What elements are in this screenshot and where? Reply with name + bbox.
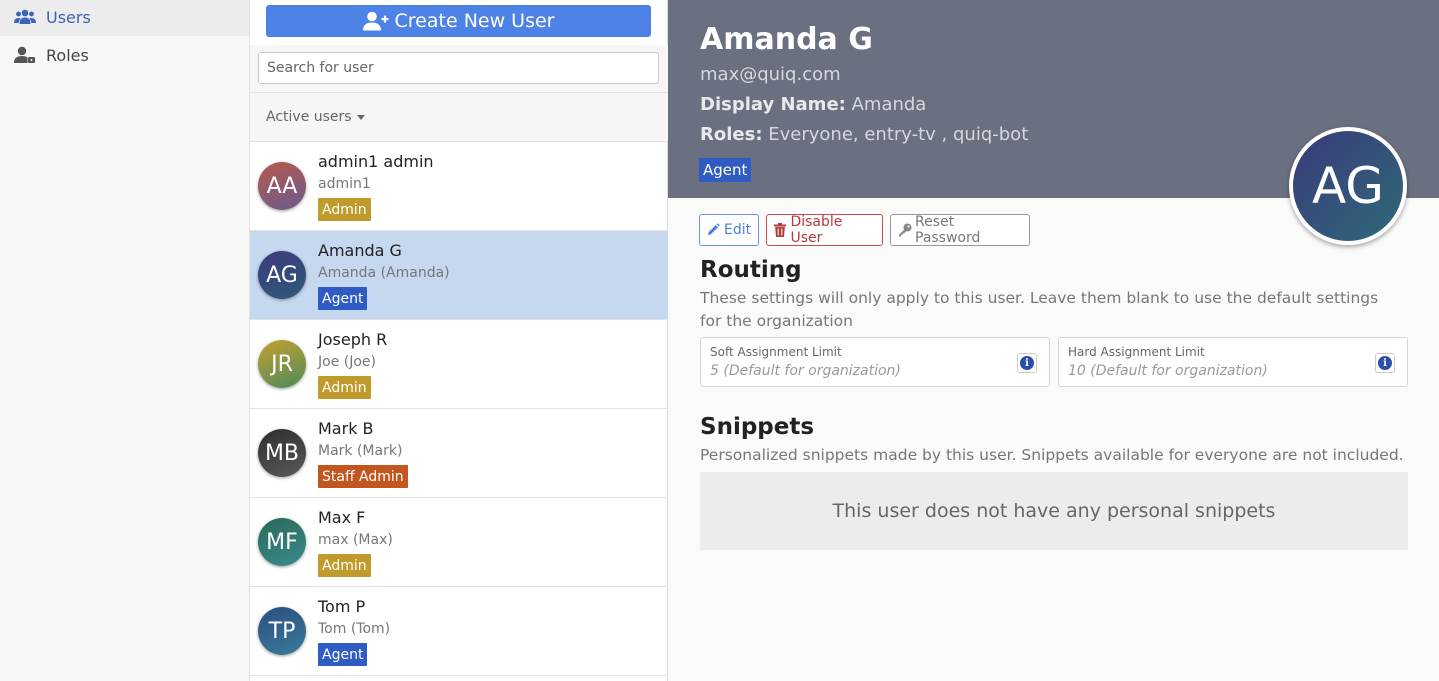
active-users-filter[interactable]: Active users [266,109,365,125]
search-input[interactable] [258,52,659,84]
avatar: MF [258,518,306,566]
edit-button[interactable]: Edit [699,214,759,246]
user-email: max@quiq.com [700,64,841,85]
role-badge: Agent [699,158,752,182]
search-bar [250,45,668,93]
role-badge: Agent [318,643,368,666]
user-rows: AA admin1 admin admin1 Admin AG Amanda G… [250,142,668,676]
field-placeholder: 5 (Default for organization) [710,363,901,379]
user-name: Mark B [318,419,374,438]
user-username: admin1 [318,176,371,192]
user-name: Joseph R [318,330,388,349]
trash-icon [774,223,786,237]
info-icon[interactable]: i [1017,353,1037,373]
role-badge: Admin [318,554,371,577]
user-username: max (Max) [318,532,393,548]
disable-user-button[interactable]: Disable User [766,214,883,246]
user-row[interactable]: JR Joseph R Joe (Joe) Admin [250,320,668,409]
reset-password-button[interactable]: Reset Password [890,214,1030,246]
user-username: Amanda (Amanda) [318,265,450,281]
users-icon [14,8,36,26]
pencil-icon [707,223,720,237]
user-name: admin1 admin [318,152,434,171]
create-user-label: Create New User [394,10,555,32]
user-name: Max F [318,508,366,527]
user-row[interactable]: AA admin1 admin admin1 Admin [250,142,668,231]
routing-description: These settings will only apply to this u… [700,289,1379,330]
snippets-title: Snippets [700,414,815,440]
nav-item-roles[interactable]: Roles [0,36,249,74]
user-detail-panel: Amanda G max@quiq.com Display Name: Aman… [668,0,1439,681]
avatar: AA [258,162,306,210]
user-username: Mark (Mark) [318,443,403,459]
role-badge: Admin [318,376,371,399]
info-icon[interactable]: i [1375,353,1395,373]
hard-assignment-limit-field[interactable]: Hard Assignment Limit 10 (Default for or… [1058,337,1408,387]
role-badge: Staff Admin [318,465,408,488]
avatar: AG [258,251,306,299]
user-name: Tom P [318,597,366,616]
avatar: TP [258,607,306,655]
user-username: Tom (Tom) [318,621,391,637]
user-avatar-large: AG [1289,127,1407,245]
user-roles-icon [14,46,36,64]
left-nav: Users Roles [0,0,250,681]
user-row[interactable]: MB Mark B Mark (Mark) Staff Admin [250,409,668,498]
key-icon [898,223,912,237]
routing-title: Routing [700,257,802,283]
field-label: Soft Assignment Limit [710,345,842,359]
nav-item-label: Users [46,7,91,27]
field-placeholder: 10 (Default for organization) [1068,363,1268,379]
filter-bar: Active users [250,93,668,142]
soft-assignment-limit-field[interactable]: Soft Assignment Limit 5 (Default for org… [700,337,1050,387]
nav-item-label: Roles [46,45,89,65]
role-badge: Agent [318,287,368,310]
avatar: MB [258,429,306,477]
user-username: Joe (Joe) [318,354,376,370]
snippets-empty-state: This user does not have any personal sni… [700,472,1408,550]
create-user-button[interactable]: Create New User [266,5,651,37]
avatar: JR [258,340,306,388]
user-name: Amanda G [318,241,402,260]
roles-line: Roles: Everyone, entry-tv , quiq-bot [700,124,1029,145]
user-row[interactable]: MF Max F max (Max) Admin [250,498,668,587]
display-name-line: Display Name: Amanda [700,94,927,115]
user-list-panel: Create New User Active users AA admin1 a… [250,0,668,681]
role-badge: Admin [318,198,371,221]
snippets-description: Personalized snippets made by this user.… [700,446,1404,464]
user-row[interactable]: AG Amanda G Amanda (Amanda) Agent [250,231,668,320]
user-row[interactable]: TP Tom P Tom (Tom) Agent [250,587,668,676]
field-label: Hard Assignment Limit [1068,345,1205,359]
user-full-name: Amanda G [700,22,873,57]
nav-item-users[interactable]: Users [0,0,249,36]
user-plus-icon [362,11,389,31]
caret-down-icon [356,114,365,120]
